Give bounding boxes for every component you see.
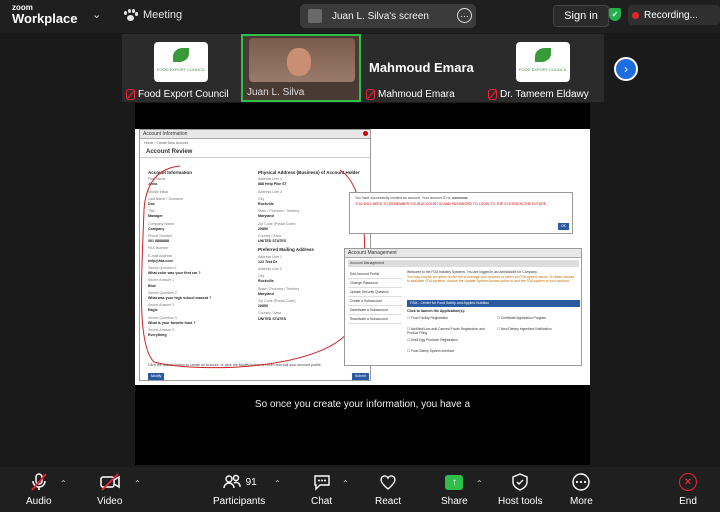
live-caption: So once you create your information, you… [254, 399, 471, 410]
app-option: ☐ Shell Egg Producer Registration [407, 338, 458, 342]
active-speaker-name: Mahmoud Emara [369, 60, 474, 75]
chat-button[interactable]: Chat [311, 471, 332, 507]
participant-name: Juan L. Silva [247, 87, 305, 98]
participant-name: Mahmoud Emara [378, 89, 455, 100]
mic-muted-icon [488, 89, 497, 100]
food-export-council-logo: FOOD EXPORT COUNCIL [154, 42, 208, 82]
account-management-tab: Account Management [348, 260, 579, 267]
app-option: ☐ New Dietary Ingredient Notification [497, 327, 552, 331]
nav-item: Deactivate a Subaccount [348, 306, 402, 315]
security-shield-icon[interactable]: ✓ [609, 8, 621, 21]
video-off-icon [99, 471, 121, 493]
participant-name: Dr. Tameem Eldawy [500, 89, 589, 100]
screen-share-indicator[interactable]: Juan L. Silva's screen … [300, 4, 476, 28]
chevron-down-icon[interactable]: ⌄ [92, 8, 101, 21]
chat-options-caret[interactable]: ⌃ [342, 479, 349, 488]
next-page-button[interactable]: › [614, 57, 638, 81]
heart-icon [378, 471, 398, 493]
meeting-info-button[interactable]: Meeting [124, 9, 182, 21]
end-meeting-button[interactable]: × End [679, 471, 697, 507]
recording-indicator[interactable]: Recording... [628, 5, 720, 25]
ok-button: OK [557, 223, 569, 230]
participant-name: Food Export Council [138, 89, 229, 100]
meeting-toolbar: Audio ⌃ Video ⌃ 91 Participants ⌃ Chat ⌃… [0, 467, 720, 512]
recording-dot-icon [632, 11, 639, 19]
account-information-window: Account Information Home › Create New Ac… [139, 129, 371, 381]
red-annotation [140, 165, 366, 369]
more-icon [571, 471, 591, 493]
participant-tile-active[interactable]: Juan L. Silva [241, 34, 361, 102]
account-created-popup: You have successfully created an account… [349, 192, 573, 234]
participant-tile[interactable]: FOOD EXPORT COUNCIL Dr. Tameem Eldawy [484, 36, 604, 102]
account-left-nav: Edit Account Profile Change Password Updat… [348, 270, 402, 324]
mic-muted-icon [29, 471, 49, 493]
account-management-window: Account Management Account Management Ed… [344, 248, 582, 366]
audio-button[interactable]: Audio [26, 471, 52, 507]
video-button[interactable]: Video [97, 471, 122, 507]
sign-in-button[interactable]: Sign in [553, 5, 609, 27]
mic-muted-icon [126, 89, 135, 100]
top-bar: zoom Workplace ⌄ Meeting Juan L. Silva's… [0, 0, 720, 33]
participant-tile[interactable]: FOOD EXPORT COUNCIL Food Export Council [122, 36, 240, 102]
react-button[interactable]: React [375, 471, 401, 507]
shield-icon [510, 471, 530, 493]
screen-owner-label: Juan L. Silva's screen [332, 10, 429, 22]
fsm-bar: FSM - Center for Food Safety and Applied… [407, 300, 580, 307]
participants-options-caret[interactable]: ⌃ [274, 479, 281, 488]
app-option: ☐ Food Safety System Interface [407, 349, 455, 353]
logo-bottom-text: Workplace [12, 11, 78, 26]
end-x-icon: × [679, 473, 697, 491]
nav-item: Create a Subaccount [348, 297, 402, 306]
participant-face [287, 48, 311, 76]
more-button[interactable]: More [570, 471, 593, 507]
share-screen-button[interactable]: ↑ Share [441, 471, 468, 507]
shared-screen: Account Information Home › Create New Ac… [135, 103, 590, 465]
more-options-icon[interactable]: … [457, 8, 472, 23]
food-export-council-logo: FOOD EXPORT COUNCIL [516, 42, 570, 82]
participants-button[interactable]: 91 Participants [213, 471, 265, 507]
share-arrow-icon: ↑ [445, 474, 464, 490]
participant-count: 91 [245, 476, 257, 488]
mic-muted-icon [366, 89, 375, 100]
presenter-avatar [308, 9, 322, 23]
app-option: ☐ Food Facility Registration [407, 316, 449, 320]
meeting-label: Meeting [143, 9, 183, 21]
participants-icon: 91 [222, 471, 257, 493]
nav-item: Change Password [348, 279, 402, 288]
shared-document: Account Information Home › Create New Ac… [135, 129, 590, 385]
apps-label: Click to launch the Application(s): [407, 309, 465, 313]
app-option: ☐ Certificate Application Program [497, 316, 547, 320]
host-tools-button[interactable]: Host tools [498, 471, 542, 507]
share-options-caret[interactable]: ⌃ [476, 479, 483, 488]
welcome-text: Welcome to the FDA Industry Systems. You… [407, 270, 575, 284]
nav-item: Update Security Question [348, 288, 402, 297]
chat-icon [312, 471, 332, 493]
nav-item: Edit Account Profile [348, 270, 402, 279]
audio-options-caret[interactable]: ⌃ [60, 479, 67, 488]
recording-label: Recording... [644, 9, 698, 21]
nav-item: Reactivate a Subaccount [348, 315, 402, 324]
zoom-logo[interactable]: zoom Workplace [12, 4, 78, 26]
video-options-caret[interactable]: ⌃ [134, 479, 141, 488]
app-option: ☐ Acidified/Low-acid Canned Foods Regist… [407, 327, 485, 335]
paw-icon [124, 9, 138, 21]
